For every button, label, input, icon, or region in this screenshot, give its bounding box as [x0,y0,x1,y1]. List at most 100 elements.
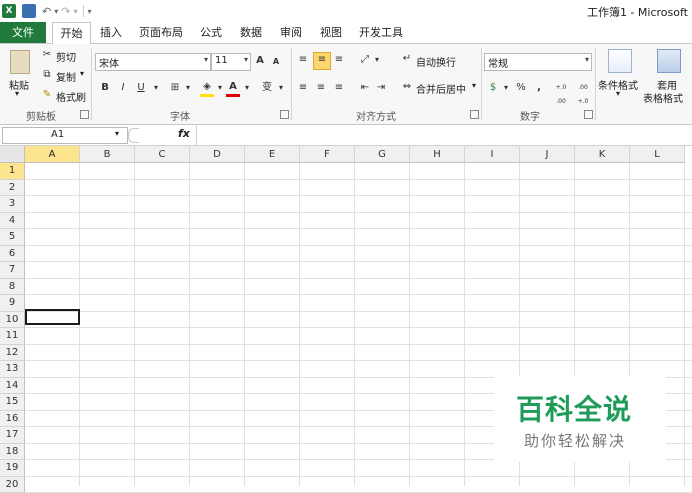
column-header[interactable]: J [520,146,575,163]
customize-qat-icon[interactable]: ▾ [87,7,91,16]
fill-color-dropdown-icon[interactable]: ▾ [213,81,227,95]
column-header[interactable]: F [300,146,355,163]
align-top-icon[interactable]: ≡ [296,53,310,67]
decrease-indent-icon[interactable]: ⇤ [358,81,372,95]
merge-center-icon[interactable]: ⇔ [400,80,414,94]
percent-button[interactable]: % [514,81,528,95]
wrap-text-icon[interactable]: ↵ [400,52,414,66]
currency-icon[interactable]: $ [486,81,500,95]
orientation-dropdown-icon[interactable]: ▾ [370,53,384,67]
row-header[interactable]: 1 [0,163,25,180]
merge-center-dropdown-icon[interactable]: ▾ [472,81,476,90]
row-header[interactable]: 7 [0,262,25,279]
font-name-select[interactable]: 宋体 ▾ [95,53,211,71]
copy-button[interactable]: 复制 [56,69,76,84]
paste-icon[interactable] [10,50,30,74]
number-format-select[interactable]: 常规 ▾ [484,53,592,71]
align-right-icon[interactable]: ≡ [332,81,346,95]
column-header[interactable]: G [355,146,410,163]
row-header[interactable]: 19 [0,460,25,477]
row-header[interactable]: 16 [0,411,25,428]
font-name-dropdown-icon[interactable]: ▾ [204,55,208,64]
shrink-font-icon[interactable]: A [269,55,283,69]
align-center-icon[interactable]: ≡ [314,81,328,95]
tab-review[interactable]: 审阅 [276,22,306,43]
decrease-decimal-button[interactable]: .00 +.0 [574,81,592,95]
number-launcher-icon[interactable] [584,110,593,119]
column-header[interactable]: C [135,146,190,163]
tab-file[interactable]: 文件 [0,22,46,43]
conditional-format-dropdown-icon[interactable]: ▾ [616,89,620,98]
font-size-select[interactable]: 11 ▾ [211,53,251,71]
currency-dropdown-icon[interactable]: ▾ [499,81,513,95]
increase-indent-icon[interactable]: ⇥ [374,81,388,95]
conditional-format-icon[interactable] [608,49,632,73]
format-as-table-label-2[interactable]: 表格格式 [643,90,683,105]
column-header[interactable]: B [80,146,135,163]
row-header[interactable]: 17 [0,427,25,444]
italic-button[interactable]: I [116,81,130,95]
row-header[interactable]: 20 [0,477,25,493]
formula-bar-resize-handle[interactable] [128,128,139,143]
row-header[interactable]: 11 [0,328,25,345]
column-header[interactable]: H [410,146,465,163]
name-box-dropdown-icon[interactable]: ▾ [115,129,119,138]
redo-dropdown-icon[interactable]: ▾ [73,7,77,16]
formula-input[interactable] [196,125,692,145]
number-format-dropdown-icon[interactable]: ▾ [585,55,589,64]
format-painter-icon[interactable]: ✎ [40,88,54,102]
select-all-corner[interactable] [0,146,25,163]
save-icon[interactable] [22,4,36,18]
active-cell[interactable] [25,309,80,325]
phonetic-dropdown-icon[interactable]: ▾ [274,81,288,95]
row-header[interactable]: 10 [0,312,25,329]
tab-developer[interactable]: 开发工具 [356,22,406,43]
clipboard-launcher-icon[interactable] [80,110,89,119]
redo-icon[interactable]: ↷ [61,5,70,18]
row-header[interactable]: 4 [0,213,25,230]
row-header[interactable]: 6 [0,246,25,263]
border-icon[interactable]: ⊞ [168,81,182,95]
row-header[interactable]: 2 [0,180,25,197]
tab-view[interactable]: 视图 [316,22,346,43]
format-as-table-icon[interactable] [657,49,681,73]
font-color-icon[interactable]: A [226,80,240,97]
align-middle-icon[interactable]: ≡ [313,52,331,70]
align-bottom-icon[interactable]: ≡ [332,53,346,67]
format-painter-button[interactable]: 格式刷 [56,89,86,104]
row-header[interactable]: 13 [0,361,25,378]
row-header[interactable]: 18 [0,444,25,461]
align-left-icon[interactable]: ≡ [296,81,310,95]
tab-data[interactable]: 数据 [236,22,266,43]
font-launcher-icon[interactable] [280,110,289,119]
insert-function-icon[interactable]: fx [178,127,190,140]
row-header[interactable]: 8 [0,279,25,296]
wrap-text-button[interactable]: 自动换行 [416,54,456,69]
tab-home[interactable]: 开始 [52,22,91,44]
tab-insert[interactable]: 插入 [96,22,126,43]
column-header[interactable]: I [465,146,520,163]
cut-button[interactable]: 剪切 [56,49,76,64]
fill-color-icon[interactable]: ◈ [200,80,214,97]
copy-icon[interactable]: ⧉ [40,68,54,82]
font-size-dropdown-icon[interactable]: ▾ [244,55,248,64]
grow-font-icon[interactable]: A [253,54,267,68]
row-header[interactable]: 5 [0,229,25,246]
phonetic-icon[interactable]: 变 [260,81,274,95]
underline-button[interactable]: U [134,81,148,95]
undo-dropdown-icon[interactable]: ▾ [54,7,58,16]
row-header[interactable]: 9 [0,295,25,312]
column-header[interactable]: L [630,146,685,163]
row-header[interactable]: 12 [0,345,25,362]
row-header[interactable]: 3 [0,196,25,213]
border-dropdown-icon[interactable]: ▾ [181,81,195,95]
tab-formulas[interactable]: 公式 [196,22,226,43]
bold-button[interactable]: B [98,81,112,95]
comma-button[interactable]: , [532,81,546,95]
name-box[interactable]: A1 ▾ [2,127,128,144]
underline-dropdown-icon[interactable]: ▾ [149,81,163,95]
paste-dropdown-icon[interactable]: ▾ [15,89,19,98]
column-header[interactable]: A [25,146,80,163]
cut-icon[interactable]: ✂ [40,48,54,62]
alignment-launcher-icon[interactable] [470,110,479,119]
